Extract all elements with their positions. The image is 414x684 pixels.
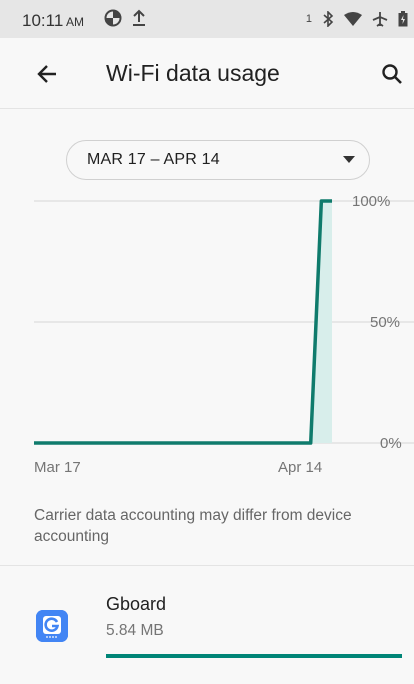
app-bar: Wi-Fi data usage [0,38,414,108]
y-tick-label-100: 100% [352,193,391,210]
section-divider [0,565,414,566]
bluetooth-icon [322,11,334,27]
dropdown-arrow-icon [343,156,355,163]
back-arrow-icon [37,65,56,83]
app-usage-amount: 5.84 MB [106,622,164,639]
status-bar: 10:11 AM 1 [0,0,414,38]
app-bar-divider [0,108,414,109]
wifi-icon [344,12,362,26]
back-button[interactable] [34,60,62,88]
app-usage-bar [106,654,402,658]
notification-count: 1 [305,13,312,25]
app-usage-row[interactable]: Gboard 5.84 MB [0,568,414,684]
battery-icon [398,11,408,27]
upload-icon [132,9,146,27]
data-saver-icon [104,9,122,27]
gboard-icon [36,610,68,642]
x-tick-label-start: Mar 17 [34,459,81,476]
status-ampm: AM [65,15,84,29]
usage-chart-svg [34,199,414,445]
x-tick-label-end: Apr 14 [278,459,323,476]
usage-chart: 100% 50% 0% Mar 17 Apr 14 [0,193,414,485]
status-time: 10:11 AM [22,11,84,31]
app-name: Gboard [106,594,167,614]
search-button[interactable] [380,62,404,86]
cycle-dropdown[interactable]: MAR 17 – APR 14 [66,140,370,180]
y-tick-label-0: 0% [380,435,402,452]
carrier-info-text: Carrier data accounting may differ from … [34,507,352,545]
status-clock: 10:11 [22,11,64,30]
search-icon [382,64,402,84]
page-title: Wi-Fi data usage [106,60,280,86]
airplane-icon [372,11,388,27]
y-tick-label-50: 50% [370,314,401,331]
app-usage-bar-fill [106,654,402,658]
cycle-label: MAR 17 – APR 14 [87,151,220,168]
